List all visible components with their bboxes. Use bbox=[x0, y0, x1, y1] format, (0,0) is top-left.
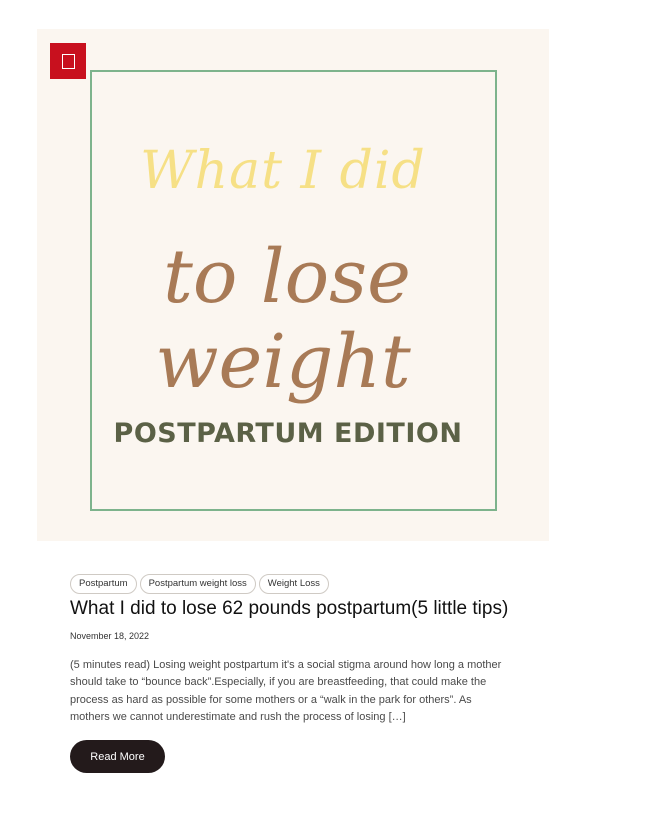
format-standard-icon bbox=[61, 53, 75, 69]
image-text-line-3: weight bbox=[155, 319, 411, 405]
excerpt-line: (5 minutes read) Losing weight postpartu… bbox=[70, 659, 502, 671]
read-more-button[interactable]: Read More bbox=[70, 740, 165, 773]
post-tags: Postpartum Postpartum weight loss Weight… bbox=[70, 574, 329, 594]
image-text-line-2: to lose bbox=[163, 234, 411, 320]
image-text-line-4: POSTPARTUM EDITION bbox=[113, 418, 463, 449]
post-title[interactable]: What I did to lose 62 pounds postpartum(… bbox=[70, 598, 590, 620]
excerpt-line: process as hard as possible for some mot… bbox=[70, 693, 472, 706]
image-text-line-1: What I did bbox=[140, 141, 426, 201]
featured-image[interactable]: What I did to lose weight POSTPARTUM EDI… bbox=[37, 29, 549, 541]
excerpt-line: should take to “bounce back”.Especially,… bbox=[70, 676, 487, 689]
tag-weight-loss[interactable]: Weight Loss bbox=[258, 574, 329, 594]
tag-postpartum[interactable]: Postpartum bbox=[70, 574, 137, 594]
excerpt-line: mothers we cannot underestimate and rush… bbox=[70, 711, 406, 724]
post-format-badge bbox=[50, 43, 86, 79]
post-excerpt: (5 minutes read) Losing weight postpartu… bbox=[70, 657, 530, 727]
blog-post-card: What I did to lose weight POSTPARTUM EDI… bbox=[0, 0, 656, 824]
post-date: November 18, 2022 bbox=[70, 631, 150, 641]
tag-postpartum-weight-loss[interactable]: Postpartum weight loss bbox=[139, 574, 256, 594]
